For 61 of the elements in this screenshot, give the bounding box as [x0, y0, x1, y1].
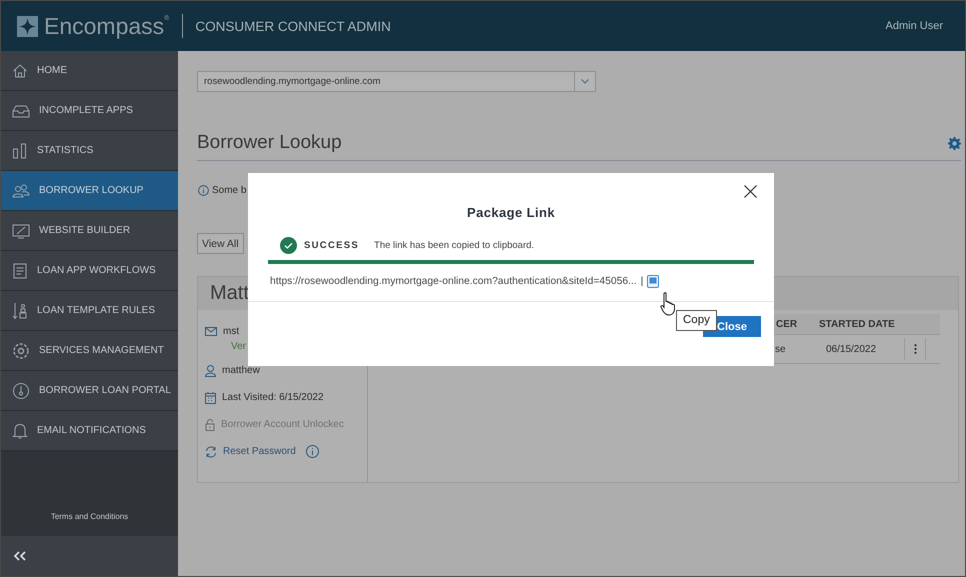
padlock-icon — [205, 418, 215, 430]
status-label: SUCCESS — [304, 240, 360, 251]
info-icon — [198, 185, 209, 196]
view-all-button[interactable]: View All — [197, 233, 244, 254]
calendar-icon — [205, 392, 216, 404]
user-icon — [205, 364, 216, 376]
refresh-icon — [205, 446, 217, 458]
sidebar-item[interactable]: BORROWER LOOKUP — [1, 171, 178, 211]
separator-text: | — [640, 276, 644, 286]
people-icon — [12, 182, 30, 198]
monitor-pen-icon — [12, 222, 30, 238]
logo-icon — [17, 16, 38, 36]
gauge-icon — [12, 382, 30, 400]
email-text: mst — [223, 326, 240, 337]
check-circle-icon — [280, 237, 297, 254]
reset-password-link[interactable]: Reset Password — [223, 446, 296, 457]
username-text: matthew — [222, 365, 260, 376]
settings-icon[interactable] — [948, 136, 961, 150]
sort-down-icon — [12, 302, 28, 320]
user-name[interactable]: Admin User — [886, 20, 943, 32]
chevron-down-icon — [581, 79, 589, 84]
more-options-icon[interactable] — [914, 344, 916, 354]
inbox-tray-icon — [12, 102, 30, 118]
copy-tooltip: Copy — [676, 310, 717, 331]
borrower-name: Matt — [210, 282, 249, 305]
terms-link[interactable]: Terms and Conditions — [50, 512, 128, 521]
collapse-icon[interactable] — [13, 551, 27, 561]
home-icon — [12, 62, 28, 78]
sidebar-item[interactable]: SERVICES MANAGEMENT — [1, 331, 178, 371]
sidebar-item[interactable]: LOAN APP WORKFLOWS — [1, 251, 178, 291]
close-icon[interactable] — [744, 185, 757, 198]
table-cell-text: 06/15/2022 — [826, 344, 878, 354]
column-header: CER — [775, 318, 798, 330]
table-cell-text: se — [775, 344, 787, 354]
brand-logo-text: Encompass$^{®}$ — [44, 12, 170, 40]
column-header: STARTED DATE — [818, 318, 896, 330]
notice-text: Some b — [212, 185, 246, 196]
envelope-icon — [205, 327, 217, 336]
status-message: The link has been copied to clipboard. — [374, 240, 534, 251]
verified-text: Ver — [230, 341, 248, 354]
bell-icon — [12, 422, 28, 440]
info-icon[interactable] — [306, 445, 319, 458]
site-dropdown[interactable]: rosewoodlending.mymortgage-online.com — [197, 71, 596, 92]
bar-chart-icon — [12, 142, 28, 158]
document-icon — [12, 262, 28, 278]
gear-icon — [12, 342, 30, 360]
sidebar-item[interactable]: LOAN TEMPLATE RULES — [1, 291, 178, 331]
page-title: Borrower Lookup — [197, 132, 342, 154]
package-link-url: https://rosewoodlending.mymortgage-online.com?authentication&siteId=45056... — [270, 276, 637, 286]
sidebar-item[interactable]: WEBSITE BUILDER — [1, 211, 178, 251]
sidebar-item[interactable]: BORROWER LOAN PORTAL — [1, 371, 178, 411]
account-status-text: Borrower Account Unlockec — [221, 419, 344, 430]
sidebar-item[interactable]: STATISTICS — [1, 131, 178, 171]
app-title: CONSUMER CONNECT ADMIN — [195, 18, 391, 34]
last-visited-text: Last Visited: 6/15/2022 — [222, 392, 324, 403]
sidebar-item[interactable]: INCOMPLETE APPS — [1, 91, 178, 131]
dialog-title: Package Link — [466, 205, 556, 220]
sidebar-item[interactable]: HOME — [1, 51, 178, 91]
copy-icon[interactable] — [647, 274, 660, 288]
sidebar-item[interactable]: EMAIL NOTIFICATIONS — [1, 411, 178, 451]
hand-cursor-icon — [660, 292, 677, 316]
